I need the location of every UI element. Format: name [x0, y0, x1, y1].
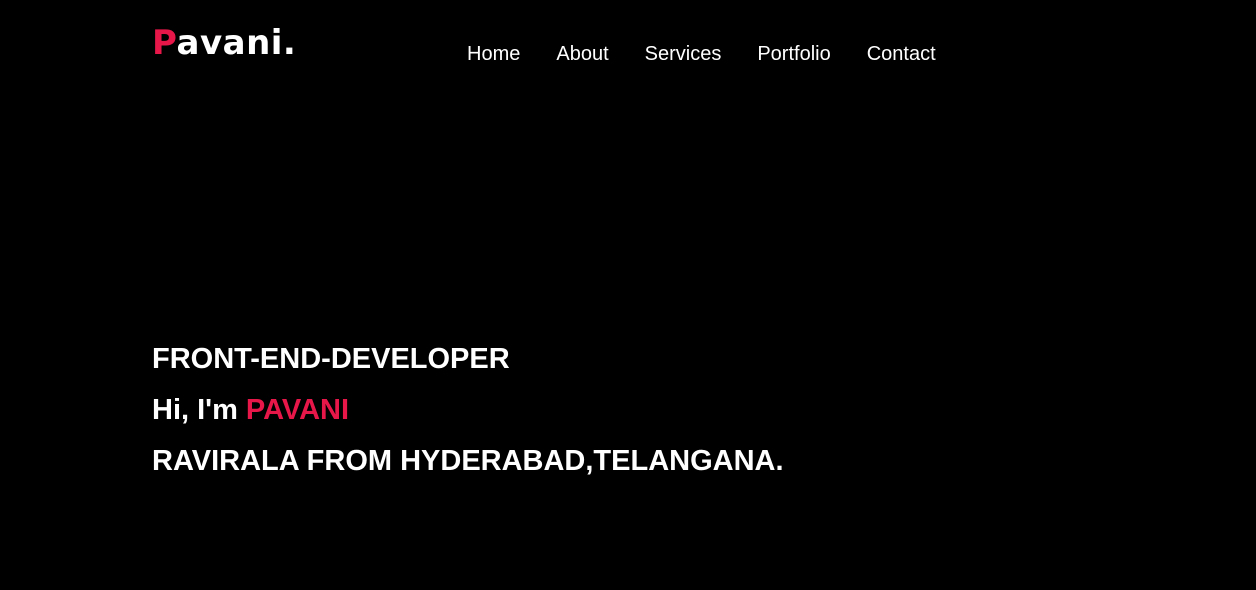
- nav-link-services[interactable]: Services: [645, 40, 722, 68]
- logo-rest: avani.: [176, 23, 297, 63]
- logo-first-letter: P: [152, 23, 177, 63]
- hero-greeting-line: Hi, I'm PAVANI: [152, 385, 784, 436]
- hero-section: FRONT-END-DEVELOPER Hi, I'm PAVANI RAVIR…: [152, 334, 784, 487]
- nav-link-home[interactable]: Home: [467, 40, 520, 68]
- hero-name: PAVANI: [245, 394, 350, 426]
- site-logo[interactable]: Pavani.: [152, 22, 296, 64]
- hero-greeting: Hi, I'm: [152, 394, 246, 426]
- nav-link-portfolio[interactable]: Portfolio: [757, 40, 830, 68]
- hero-role: FRONT-END-DEVELOPER: [152, 343, 510, 375]
- nav-link-about[interactable]: About: [556, 40, 608, 68]
- nav-link-contact[interactable]: Contact: [867, 40, 936, 68]
- hero-tagline: RAVIRALA FROM HYDERABAD,TELANGANA.: [152, 445, 784, 477]
- main-nav: Home About Services Portfolio Contact: [467, 40, 936, 68]
